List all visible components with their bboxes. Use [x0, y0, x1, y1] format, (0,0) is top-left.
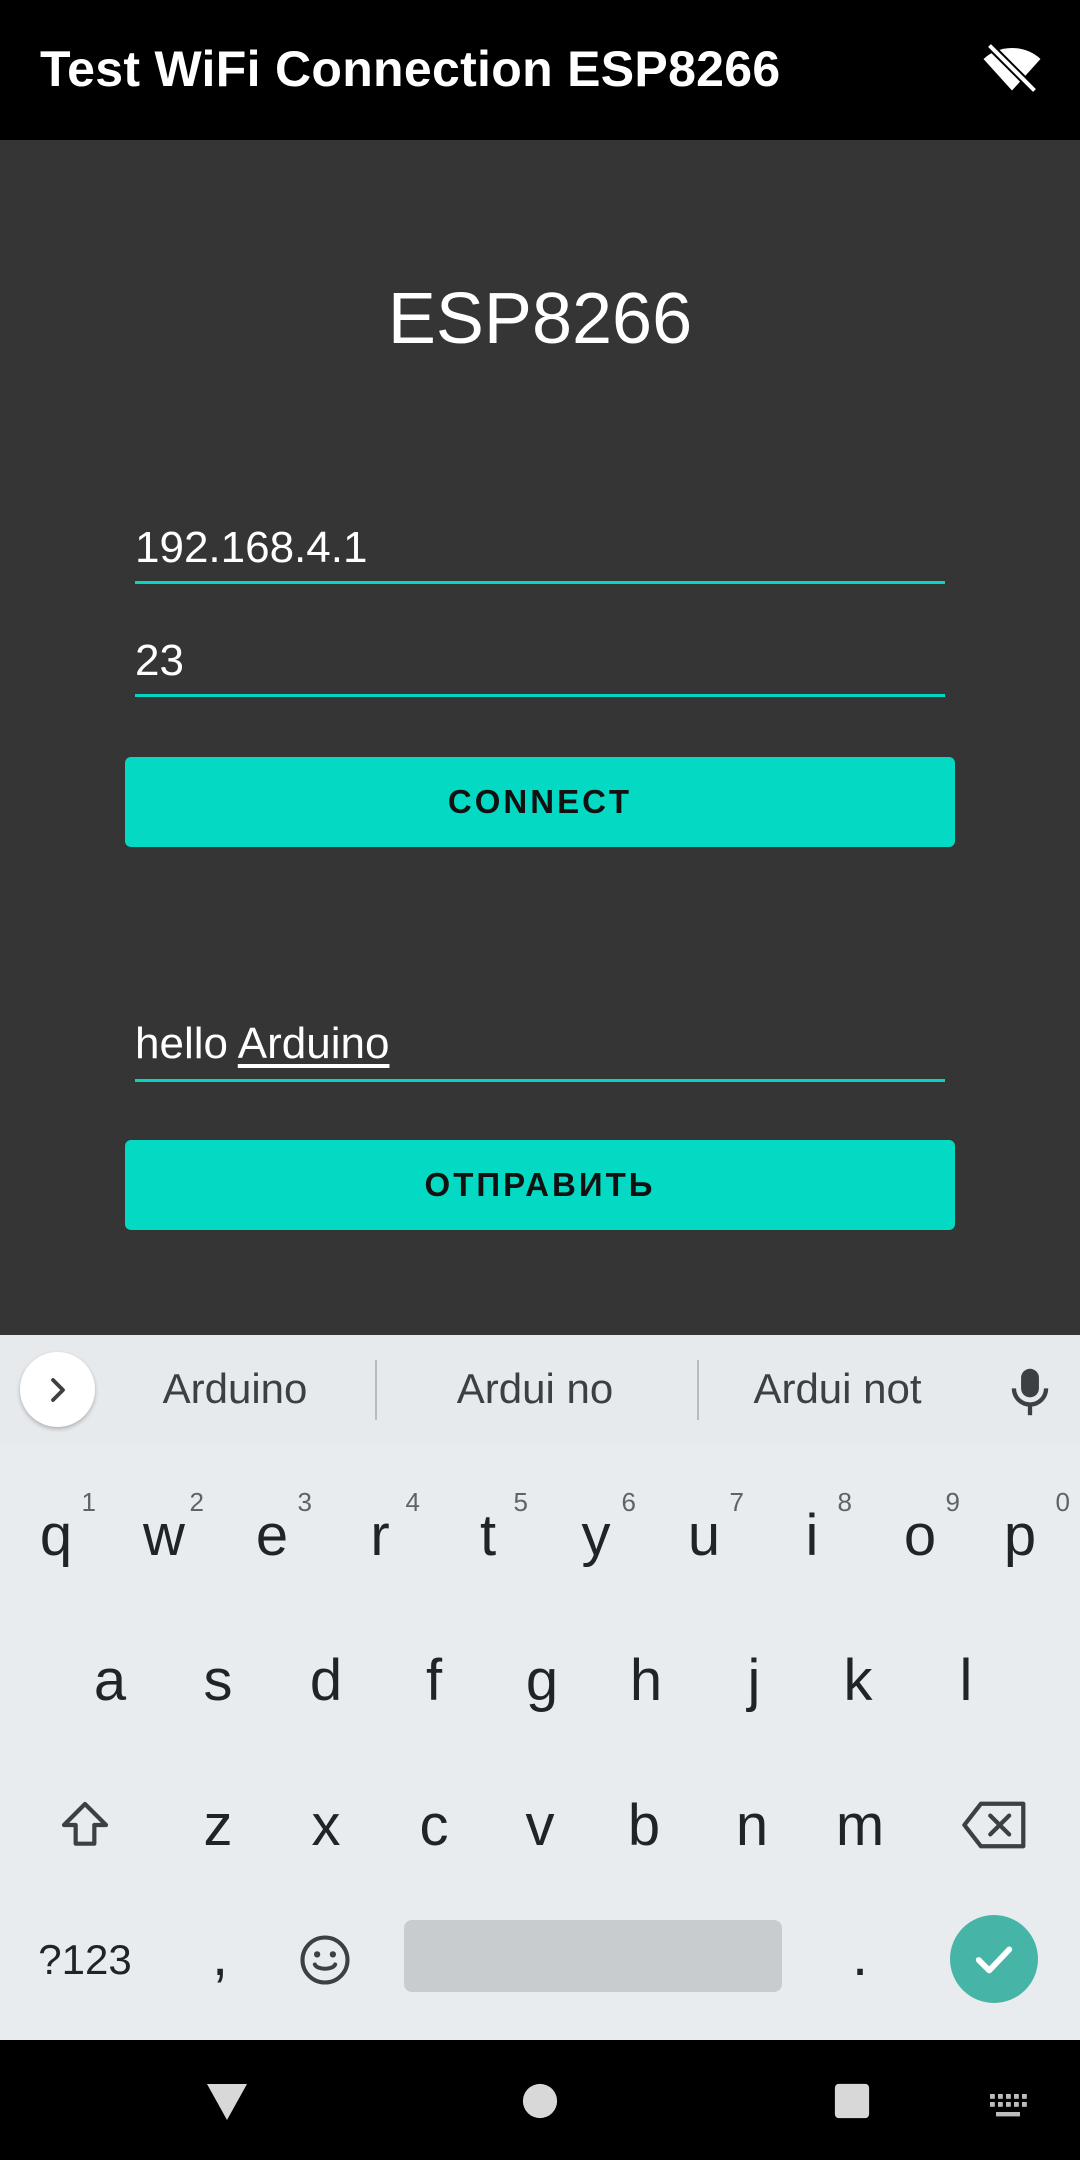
key-l[interactable]: l [912, 1630, 1020, 1730]
key-x[interactable]: x [272, 1775, 380, 1875]
port-field[interactable] [135, 627, 945, 697]
key-label: u [687, 1502, 721, 1568]
key-s[interactable]: s [164, 1630, 272, 1730]
page-heading: ESP8266 [387, 279, 693, 359]
soft-keyboard: q1 w2 e3 r4 t5 y6 u7 i8 o9 p0 a s d f g … [0, 1445, 1080, 2040]
key-p[interactable]: p0 [966, 1485, 1074, 1585]
connect-button[interactable]: CONNECT [125, 757, 955, 847]
key-d[interactable]: d [272, 1630, 380, 1730]
key-label: i [805, 1502, 819, 1568]
checkmark-icon [975, 1946, 1013, 1974]
backspace-icon [962, 1801, 1026, 1849]
key-u[interactable]: u7 [650, 1485, 758, 1585]
key-hint: 9 [945, 1487, 960, 1517]
key-hint: 3 [297, 1487, 312, 1517]
key-hint: 7 [729, 1487, 744, 1517]
key-hint: 5 [513, 1487, 528, 1517]
microphone-icon[interactable] [1008, 1367, 1052, 1417]
key-y[interactable]: y6 [542, 1485, 650, 1585]
suggestion-strip: Arduino Ardui no Ardui not [0, 1335, 1080, 1445]
app-bar: Test WiFi Connection ESP8266 [0, 0, 1080, 140]
key-hint: 0 [1055, 1487, 1070, 1517]
key-k[interactable]: k [804, 1630, 912, 1730]
suggestion-divider [375, 1360, 377, 1420]
key-hint: 8 [837, 1487, 852, 1517]
shift-key[interactable] [30, 1775, 140, 1875]
key-i[interactable]: i8 [758, 1485, 866, 1585]
keyboard-switch-icon[interactable] [988, 2092, 1028, 2120]
key-q[interactable]: q1 [2, 1485, 110, 1585]
key-label: y [581, 1502, 611, 1568]
key-o[interactable]: o9 [866, 1485, 974, 1585]
key-a[interactable]: a [56, 1630, 164, 1730]
main-content: ESP8266 CONNECT hello Arduino ОТПРАВИТЬ [0, 140, 1080, 1335]
message-text[interactable]: hello Arduino [135, 1019, 389, 1069]
enter-key[interactable] [950, 1915, 1038, 2003]
send-button[interactable]: ОТПРАВИТЬ [125, 1140, 955, 1230]
space-bar[interactable] [404, 1920, 782, 1992]
wifi-off-icon [983, 42, 1041, 94]
back-nav-icon[interactable] [205, 2082, 249, 2122]
key-label: q [39, 1502, 73, 1568]
key-e[interactable]: e3 [218, 1485, 326, 1585]
key-c[interactable]: c [380, 1775, 488, 1875]
key-label: e [255, 1502, 289, 1568]
key-n[interactable]: n [698, 1775, 806, 1875]
emoji-key[interactable] [275, 1915, 375, 2005]
suggestion-divider [697, 1360, 699, 1420]
symbols-key[interactable]: ?123 [20, 1915, 150, 2005]
key-f[interactable]: f [380, 1630, 488, 1730]
suggestion-1[interactable]: Arduino [120, 1365, 350, 1413]
comma-key[interactable]: , [170, 1905, 270, 2005]
key-label: t [479, 1502, 497, 1568]
period-key[interactable]: . [810, 1905, 910, 2005]
chevron-right-icon [50, 1377, 65, 1402]
key-v[interactable]: v [486, 1775, 594, 1875]
key-h[interactable]: h [592, 1630, 700, 1730]
suggestion-2[interactable]: Ardui no [420, 1365, 650, 1413]
message-composing-word: Arduino [237, 1019, 390, 1068]
app-title: Test WiFi Connection ESP8266 [40, 41, 781, 97]
suggestion-3[interactable]: Ardui not [720, 1365, 955, 1413]
ip-address-input[interactable] [135, 523, 945, 573]
key-label: p [1003, 1502, 1037, 1568]
key-r[interactable]: r4 [326, 1485, 434, 1585]
port-input[interactable] [135, 636, 945, 686]
navigation-bar [0, 2040, 1080, 2160]
key-m[interactable]: m [806, 1775, 914, 1875]
expand-toolbar-button[interactable] [20, 1352, 95, 1427]
key-label: w [143, 1502, 185, 1568]
key-label: o [903, 1502, 937, 1568]
emoji-icon [300, 1935, 350, 1985]
key-b[interactable]: b [590, 1775, 698, 1875]
key-label: r [370, 1502, 390, 1568]
key-j[interactable]: j [700, 1630, 808, 1730]
key-t[interactable]: t5 [434, 1485, 542, 1585]
key-hint: 1 [81, 1487, 96, 1517]
shift-icon [61, 1801, 109, 1846]
home-nav-icon[interactable] [521, 2082, 559, 2120]
key-g[interactable]: g [488, 1630, 596, 1730]
key-hint: 6 [621, 1487, 636, 1517]
ip-address-field[interactable] [135, 514, 945, 584]
recents-nav-icon[interactable] [833, 2082, 871, 2120]
message-text-before: hello [135, 1019, 238, 1068]
key-w[interactable]: w2 [110, 1485, 218, 1585]
message-field[interactable]: hello Arduino [135, 1012, 945, 1082]
key-z[interactable]: z [164, 1775, 272, 1875]
key-hint: 4 [405, 1487, 420, 1517]
backspace-key[interactable] [940, 1775, 1050, 1875]
key-hint: 2 [189, 1487, 204, 1517]
